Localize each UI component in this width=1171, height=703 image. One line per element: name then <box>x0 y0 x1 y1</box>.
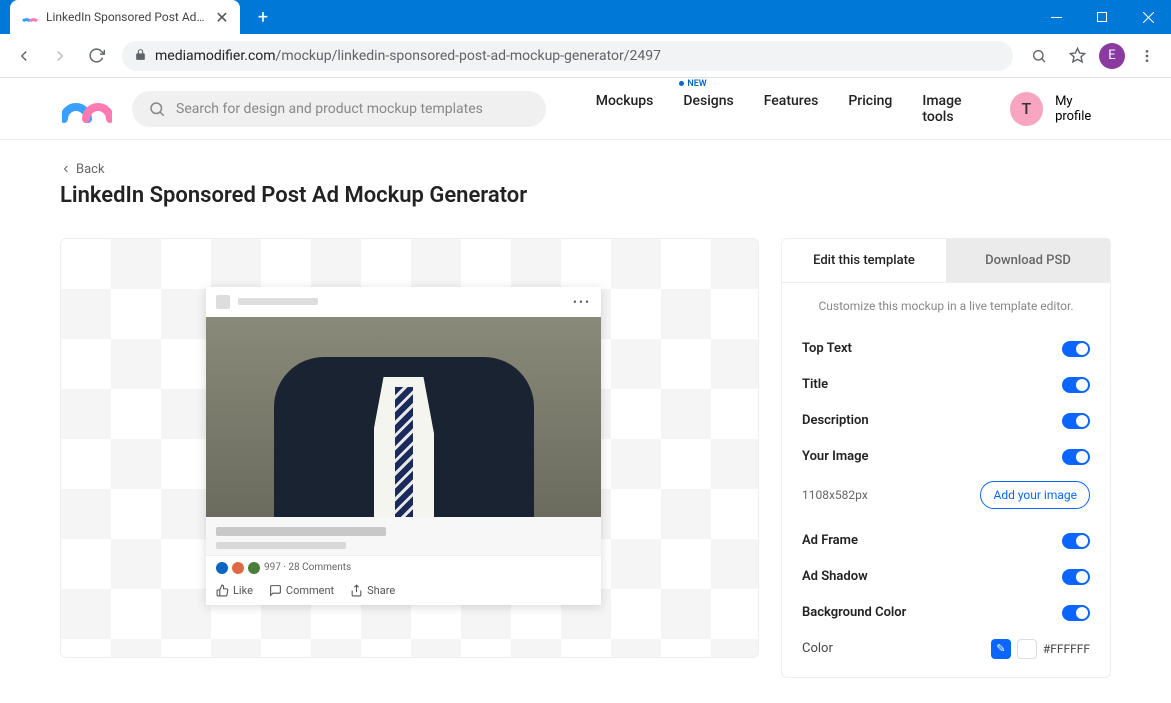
back-link-label: Back <box>76 162 105 177</box>
row-description: Description <box>802 413 869 428</box>
color-hex: #FFFFFF <box>1043 642 1090 656</box>
like-action: Like <box>216 584 253 597</box>
window-minimize[interactable] <box>1033 0 1079 34</box>
reload-button[interactable] <box>80 40 112 72</box>
site-header: Search for design and product mockup tem… <box>0 78 1171 140</box>
add-image-button[interactable]: Add your image <box>980 481 1090 509</box>
back-link[interactable]: Back <box>60 162 105 177</box>
post-avatar-placeholder <box>216 295 230 309</box>
toggle-ad-shadow[interactable] <box>1062 569 1090 585</box>
post-menu-icon: ••• <box>573 295 591 309</box>
color-label: Color <box>802 641 833 656</box>
page-title: LinkedIn Sponsored Post Ad Mockup Genera… <box>60 183 1111 208</box>
nav-mockups[interactable]: Mockups <box>596 93 654 125</box>
row-ad-shadow: Ad Shadow <box>802 569 868 584</box>
editor-panel: Edit this template Download PSD Customiz… <box>781 238 1111 678</box>
tab-title: LinkedIn Sponsored Post Ad Moc <box>46 10 206 24</box>
url-text: mediamodifier.com/mockup/linkedin-sponso… <box>155 48 661 64</box>
new-tab-button[interactable]: + <box>248 0 278 34</box>
search-placeholder: Search for design and product mockup tem… <box>176 101 483 117</box>
back-button[interactable] <box>8 40 40 72</box>
row-ad-frame: Ad Frame <box>802 533 858 548</box>
nav-designs[interactable]: NEWDesigns <box>683 93 733 125</box>
lock-icon <box>134 46 147 65</box>
toggle-title[interactable] <box>1062 377 1090 393</box>
profile-avatar: T <box>1010 92 1043 126</box>
chevron-left-icon <box>60 163 72 175</box>
mockup-canvas[interactable]: ••• 997 · 28 Comments <box>60 238 759 658</box>
comment-action: Comment <box>269 584 334 597</box>
toggle-bg-color[interactable] <box>1062 605 1090 621</box>
window-maximize[interactable] <box>1079 0 1125 34</box>
post-image <box>206 317 601 517</box>
nav-image-tools[interactable]: Image tools <box>922 93 989 125</box>
post-name-placeholder <box>238 298 318 305</box>
profile-area[interactable]: T My profile <box>1010 92 1111 126</box>
search-icon <box>148 100 166 118</box>
main-nav: Mockups NEWDesigns Features Pricing Imag… <box>596 93 990 125</box>
post-title-placeholder <box>216 527 386 536</box>
toggle-top-text[interactable] <box>1062 341 1090 357</box>
browser-toolbar: mediamodifier.com/mockup/linkedin-sponso… <box>0 34 1171 78</box>
share-action: Share <box>350 584 395 597</box>
window-close[interactable] <box>1125 0 1171 34</box>
profile-label: My profile <box>1055 94 1111 124</box>
post-reactions: 997 · 28 Comments <box>206 555 601 580</box>
site-logo[interactable] <box>62 95 112 123</box>
nav-pricing[interactable]: Pricing <box>848 93 892 125</box>
editor-description: Customize this mockup in a live template… <box>802 299 1090 313</box>
browser-menu-icon[interactable] <box>1131 40 1163 72</box>
zoom-icon[interactable] <box>1023 40 1055 72</box>
post-desc-placeholder <box>216 542 346 549</box>
browser-tab[interactable]: LinkedIn Sponsored Post Ad Moc ✕ <box>10 0 240 34</box>
page-viewport[interactable]: Search for design and product mockup tem… <box>0 78 1171 703</box>
toggle-ad-frame[interactable] <box>1062 533 1090 549</box>
tab-close-icon[interactable]: ✕ <box>214 9 230 25</box>
bookmark-icon[interactable] <box>1061 40 1093 72</box>
browser-profile-avatar[interactable]: E <box>1099 43 1125 69</box>
tab-download-psd[interactable]: Download PSD <box>946 239 1110 283</box>
address-bar[interactable]: mediamodifier.com/mockup/linkedin-sponso… <box>122 41 1013 71</box>
row-top-text: Top Text <box>802 341 852 356</box>
favicon <box>22 9 38 25</box>
row-your-image: Your Image <box>802 449 869 464</box>
new-badge: NEW <box>679 79 706 89</box>
toggle-your-image[interactable] <box>1062 449 1090 465</box>
forward-button[interactable] <box>44 40 76 72</box>
toggle-description[interactable] <box>1062 413 1090 429</box>
image-size: 1108x582px <box>802 488 868 502</box>
row-title: Title <box>802 377 828 392</box>
linkedin-post-preview: ••• 997 · 28 Comments <box>206 287 601 605</box>
nav-features[interactable]: Features <box>764 93 819 125</box>
row-bg-color: Background Color <box>802 605 906 620</box>
color-swatch-white[interactable] <box>1017 639 1037 659</box>
search-input[interactable]: Search for design and product mockup tem… <box>132 91 546 127</box>
color-picker-button[interactable]: ✎ <box>991 639 1011 659</box>
tab-edit-template[interactable]: Edit this template <box>782 239 946 283</box>
